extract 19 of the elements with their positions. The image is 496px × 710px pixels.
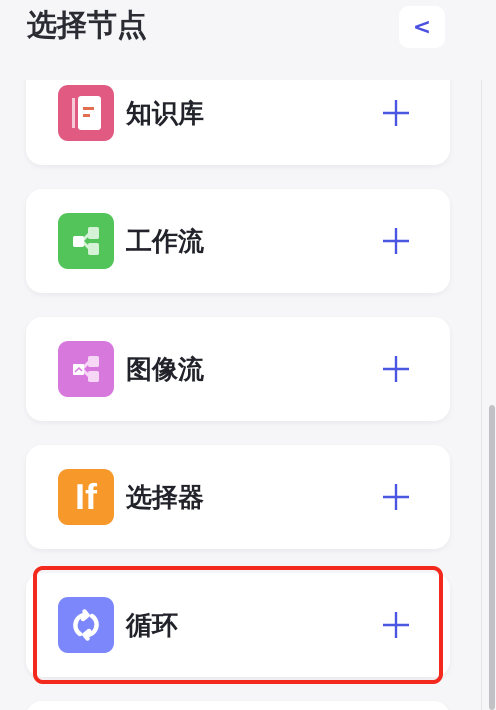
node-icon: If — [58, 469, 114, 525]
scrollbar[interactable] — [481, 80, 496, 710]
add-icon[interactable] — [382, 483, 410, 511]
node-label: 工作流 — [126, 226, 205, 258]
add-icon[interactable] — [382, 611, 410, 639]
node-card[interactable]: If 选择器 — [26, 445, 450, 549]
node-label: 循环 — [126, 610, 179, 642]
node-label: 选择器 — [126, 482, 205, 514]
add-icon[interactable] — [382, 99, 410, 127]
node-label: 知识库 — [126, 98, 205, 130]
add-icon[interactable] — [382, 227, 410, 255]
node-card[interactable]: 工作流 — [26, 189, 450, 293]
add-icon[interactable] — [382, 355, 410, 383]
back-button[interactable]: < — [399, 6, 445, 48]
node-label: 图像流 — [126, 354, 205, 386]
node-card[interactable]: 图像流 — [26, 317, 450, 421]
scrollbar-thumb[interactable] — [489, 405, 495, 710]
node-card[interactable]: 知识库 — [26, 80, 450, 165]
panel-title: 选择节点 — [27, 7, 147, 45]
